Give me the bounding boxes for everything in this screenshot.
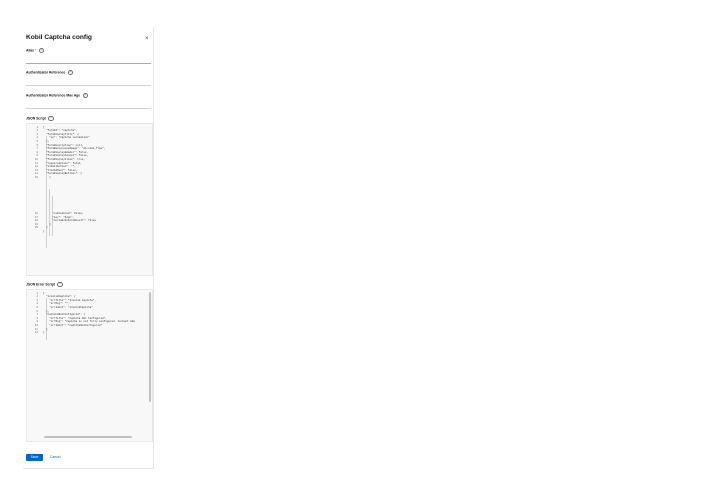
line-number: 11 (34, 161, 38, 165)
line-number: 3 (36, 298, 38, 302)
code-line: "errIdent": "invalidCaptcha" (43, 305, 93, 309)
divider (23, 468, 153, 469)
json-error-script-label-text: JSON Error Script (26, 282, 56, 287)
line-number: 4 (36, 302, 38, 306)
line-number: 2 (36, 295, 38, 299)
alias-input[interactable] (26, 57, 151, 64)
auth-reference-label-text: Authenticator Reference (26, 70, 66, 75)
code-line: }, (43, 139, 50, 143)
line-number: 19 (34, 222, 38, 226)
help-icon[interactable]: ? (67, 70, 74, 76)
json-script-label: JSON Script ? (26, 116, 54, 122)
help-icon[interactable]: ? (48, 116, 54, 122)
line-number: 6 (36, 309, 38, 313)
help-icon[interactable]: ? (57, 282, 63, 288)
vertical-scrollbar[interactable] (149, 292, 151, 402)
alias-label: Alias * ? (26, 48, 45, 54)
code-line: "includeInFormResult": false (43, 219, 96, 223)
code-line: "errMsg": "", (43, 302, 70, 306)
help-icon[interactable]: ? (82, 93, 88, 99)
code-line: "en": "Captcha validation" (43, 136, 90, 140)
line-number: 8 (36, 150, 38, 154)
line-number: 11 (34, 327, 38, 331)
code-line: "formDisplayButtons": [ (43, 172, 82, 176)
close-icon[interactable]: × (145, 36, 149, 42)
auth-reference-max-age-input[interactable] (26, 102, 151, 109)
dialog-title: Kobil Captcha config (26, 34, 92, 41)
code-line: } (43, 230, 45, 233)
line-number: 6 (36, 143, 38, 147)
json-error-script-editor[interactable]: 1{2 "invalidCaptcha": {3 "errTitle": "In… (26, 289, 153, 442)
line-number: 15 (34, 175, 38, 179)
auth-reference-input[interactable] (26, 79, 151, 86)
line-number: 20 (34, 226, 38, 230)
code-line: "captchaNotConfigured": { (43, 313, 86, 317)
line-number: 9 (36, 320, 38, 324)
code-line: "formDisplayCancel": false, (43, 154, 89, 158)
horizontal-scrollbar[interactable] (44, 436, 132, 438)
code-line: "errMsg": "Captcha is not fully configur… (43, 320, 135, 324)
code-line: ] (43, 226, 48, 230)
code-line: "formId": "captcha", (43, 129, 78, 133)
line-number: 5 (36, 139, 38, 143)
required-marker: * (35, 48, 37, 53)
auth-reference-max-age-label-text: Authenticator Reference Max Age (26, 93, 81, 98)
code-line: "errIdent": "captchaNotConfigured" (43, 323, 103, 327)
line-number: 8 (36, 316, 38, 320)
line-number: 7 (36, 147, 38, 151)
line-number: 13 (34, 168, 38, 172)
line-number: 12 (34, 331, 38, 335)
json-error-script-label: JSON Error Script ? (26, 282, 63, 288)
json-script-editor[interactable]: 1{2 "formId": "captcha", 3 "formDisplayTi… (26, 123, 153, 276)
line-number: 1 (36, 291, 38, 295)
line-number: 16 (34, 212, 38, 215)
line-number: 10 (34, 157, 38, 161)
line-number: 14 (34, 172, 38, 176)
help-icon[interactable]: ? (38, 48, 45, 54)
line-number: 12 (34, 165, 38, 169)
line-number: 4 (36, 136, 38, 140)
line-number: 7 (36, 313, 38, 317)
line-number: 18 (34, 219, 38, 223)
code-line: "formBackgroundImage": "db:some_flow", (43, 147, 106, 151)
json-script-label-text: JSON Script (26, 116, 46, 121)
alias-label-text: Alias (26, 48, 35, 53)
code-line: } (43, 331, 45, 335)
auth-reference-max-age-label: Authenticator Reference Max Age ? (26, 93, 88, 99)
code-line: "submitAction": "", (43, 165, 76, 169)
line-number: 2 (36, 129, 38, 133)
line-number: 10 (34, 323, 38, 327)
code-line: "isDisabled": false, (43, 212, 84, 215)
code-line: "invalidCaptcha": { (43, 295, 76, 299)
line-number: 9 (36, 154, 38, 158)
line-number: 17 (34, 215, 38, 219)
save-button[interactable]: Save (26, 454, 43, 461)
config-dialog: Kobil Captcha config × Alias * ? Authent… (23, 27, 154, 469)
line-number: 5 (36, 305, 38, 309)
code-line: { (43, 175, 51, 179)
code-line: "formDisplayClose": true, (43, 157, 86, 161)
cancel-button[interactable]: Cancel (48, 454, 63, 461)
auth-reference-label: Authenticator Reference ? (26, 70, 74, 76)
line-number: 1 (36, 125, 38, 129)
line-number: 3 (36, 132, 38, 136)
